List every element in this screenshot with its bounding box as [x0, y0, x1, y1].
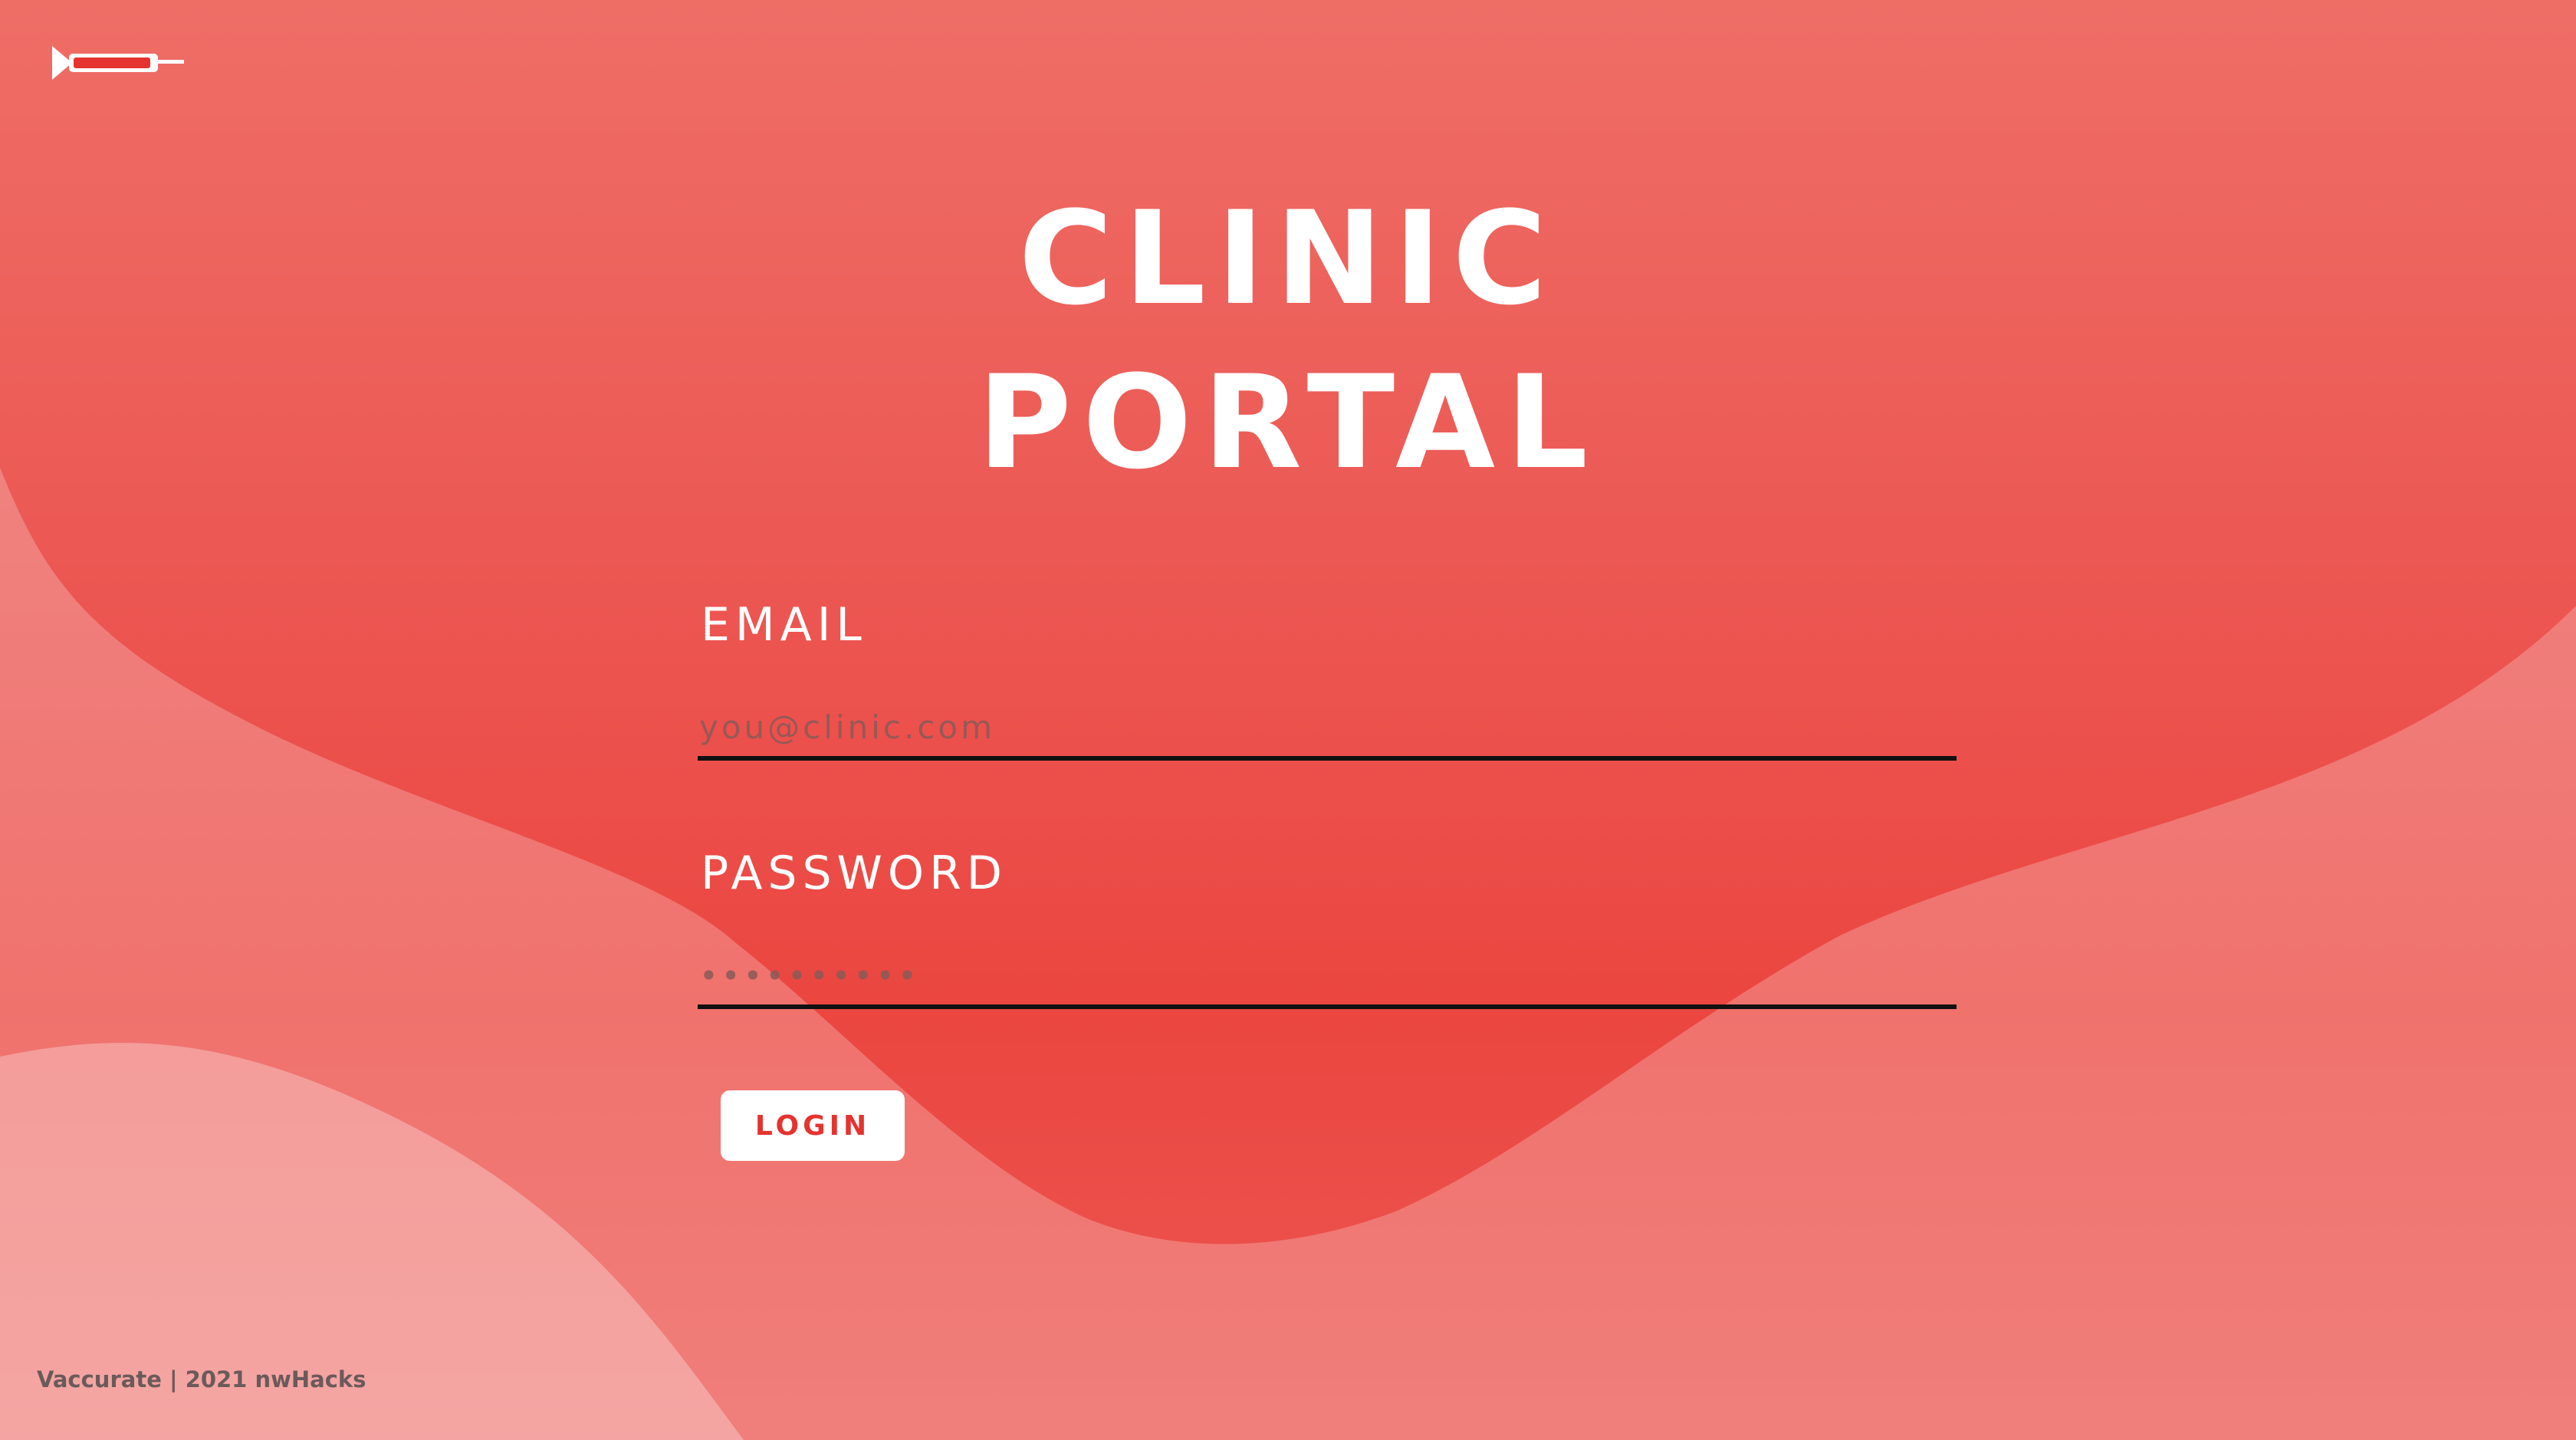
email-label: EMAIL — [701, 598, 867, 652]
page-title: CLINIC PORTAL — [0, 176, 2576, 505]
footer-credit: Vaccurate | 2021 nwHacks — [37, 1366, 366, 1392]
login-button[interactable]: LOGIN — [721, 1090, 905, 1161]
title-line-1: CLINIC — [1018, 183, 1558, 334]
password-label: PASSWORD — [701, 847, 1008, 900]
syringe-icon — [52, 46, 184, 80]
email-field[interactable] — [698, 698, 1957, 761]
password-field[interactable] — [698, 946, 1957, 1009]
title-line-2: PORTAL — [977, 347, 1599, 498]
